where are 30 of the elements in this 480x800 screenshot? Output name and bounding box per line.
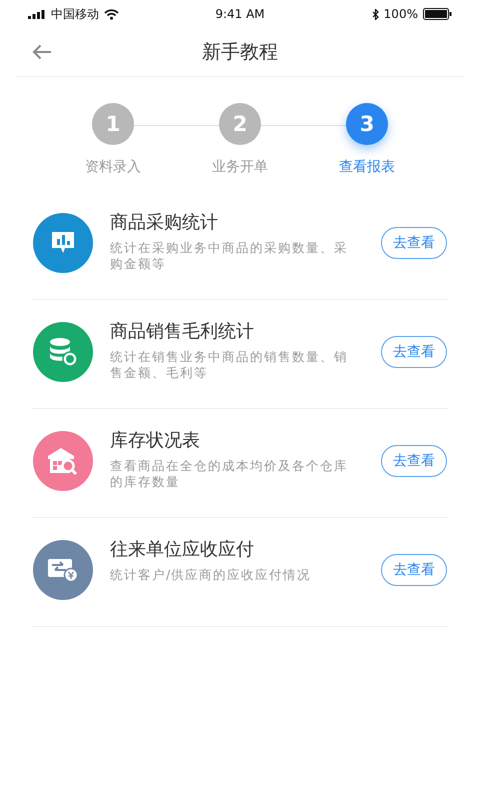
view-button[interactable]: 去查看 <box>381 336 447 368</box>
report-title: 商品采购统计 <box>110 211 219 235</box>
report-description: 统计在销售业务中商品的销售数量、销售金额、毛利等 <box>110 349 349 381</box>
view-button[interactable]: 去查看 <box>381 445 447 477</box>
bluetooth-icon <box>372 8 379 20</box>
step-number[interactable]: 1 <box>92 103 134 145</box>
step-label: 查看报表 <box>339 158 395 176</box>
report-description: 统计在采购业务中商品的采购数量、采购金额等 <box>110 240 349 272</box>
wifi-icon <box>104 8 119 20</box>
exchange-money-icon <box>47 557 79 583</box>
clock-time: 9:41 AM <box>215 7 265 21</box>
view-button[interactable]: 去查看 <box>381 227 447 259</box>
database-coin-icon <box>48 337 78 367</box>
battery-icon <box>422 8 452 20</box>
report-description: 统计客户/供应商的应收应付情况 <box>110 567 312 583</box>
report-description: 查看商品在全仓的成本均价及各个仓库的库存数量 <box>110 458 349 490</box>
step-number[interactable]: 2 <box>219 103 261 145</box>
report-title: 往来单位应收应付 <box>110 538 255 562</box>
monitor-chart-icon <box>50 231 76 255</box>
page-title: 新手教程 <box>202 41 278 63</box>
carrier-name: 中国移动 <box>51 6 99 22</box>
step-number[interactable]: 3 <box>346 103 388 145</box>
battery-percentage: 100% <box>384 7 418 21</box>
signal-icon <box>28 10 46 18</box>
report-title: 库存状况表 <box>110 429 201 453</box>
step-label: 业务开单 <box>212 158 268 176</box>
warehouse-search-icon <box>47 447 79 475</box>
report-title: 商品销售毛利统计 <box>110 320 255 344</box>
step-label: 资料录入 <box>85 158 141 176</box>
view-button[interactable]: 去查看 <box>381 554 447 586</box>
